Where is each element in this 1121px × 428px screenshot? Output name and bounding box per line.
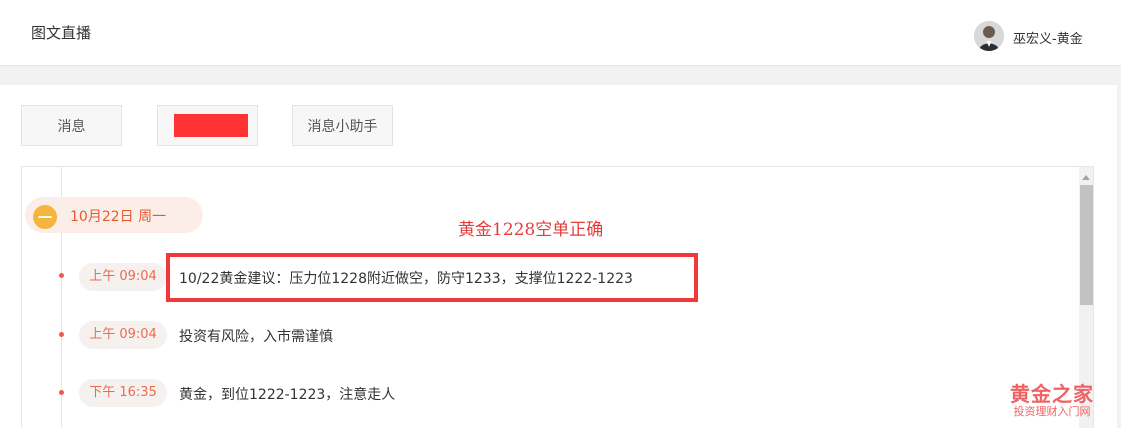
- time-badge: 下午 16:35: [79, 379, 167, 407]
- live-feed[interactable]: — 10月22日 周一 黄金1228空单正确 上午 09:04 10/22黄金建…: [21, 166, 1094, 428]
- tab-label: 消息小助手: [307, 118, 378, 135]
- tab-messages[interactable]: 消息: [21, 105, 122, 146]
- user-name[interactable]: 巫宏义-黄金: [1013, 28, 1083, 47]
- collapse-icon[interactable]: —: [33, 205, 57, 229]
- scroll-up-icon[interactable]: [1082, 175, 1090, 180]
- timeline-dot: [59, 390, 64, 395]
- timeline-dot: [59, 273, 64, 278]
- time-badge: 上午 09:04: [79, 263, 167, 291]
- date-header: — 10月22日 周一: [25, 197, 203, 233]
- main-panel: 消息 消息小助手 — 10月22日 周一 黄金1228空单正确 上午 09:04…: [0, 85, 1117, 428]
- page-title: 图文直播: [31, 24, 92, 42]
- header: 图文直播 巫宏义-黄金: [0, 0, 1121, 66]
- highlight-box: [166, 253, 698, 302]
- tab-redacted[interactable]: [157, 105, 258, 146]
- avatar[interactable]: [974, 21, 1004, 51]
- message-text: 投资有风险，入市需谨慎: [179, 329, 333, 345]
- date-label: 10月22日 周一: [70, 209, 167, 225]
- redaction-block: [173, 114, 248, 137]
- watermark-logo: 黄金之家 投资理财入门网: [1004, 383, 1100, 419]
- watermark-subtitle: 投资理财入门网: [1013, 405, 1091, 418]
- watermark-title: 黄金之家: [1010, 382, 1094, 406]
- message-text: 黄金，到位1222-1223，注意走人: [179, 387, 396, 403]
- timeline-dot: [59, 332, 64, 337]
- annotation-note: 黄金1228空单正确: [458, 220, 604, 240]
- tab-label: 消息: [57, 118, 86, 135]
- tab-message-assistant[interactable]: 消息小助手: [292, 105, 393, 146]
- user-avatar-icon: [974, 21, 1004, 51]
- scroll-thumb[interactable]: [1080, 185, 1093, 305]
- time-badge: 上午 09:04: [79, 321, 167, 349]
